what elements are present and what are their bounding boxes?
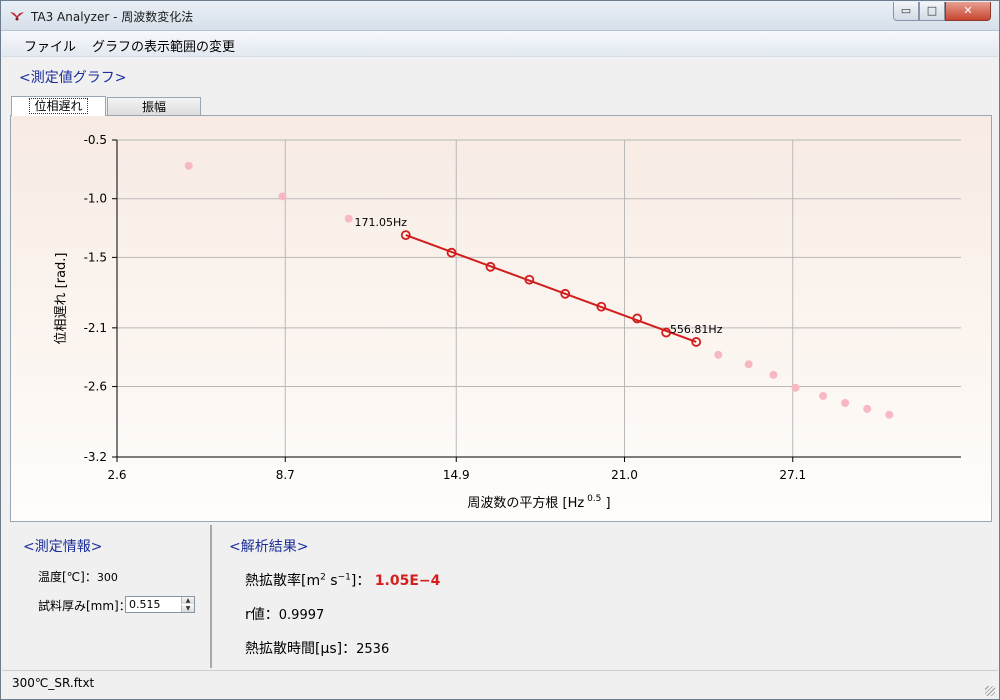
phase-lag-chart: 2.6 8.7 14.9 21.0 27.1 -0.5 -1.0 -1.5 -2.1 -2.6 -3… xyxy=(11,116,991,521)
diffusivity-sup2: −1 xyxy=(337,572,351,583)
status-bar: 300℃_SR.ftxt xyxy=(2,670,998,699)
diffusion-time-row: 熱拡散時間[μs]：2536 xyxy=(245,638,389,658)
excluded-data-point xyxy=(769,370,778,379)
analysis-result-title: <解析結果> xyxy=(229,539,309,555)
excluded-data-point xyxy=(791,383,800,392)
frequency-annotation: 556.81Hz xyxy=(670,323,723,336)
excluded-data-point xyxy=(744,360,753,369)
excluded-data-point xyxy=(714,350,723,359)
tab-phase-lag[interactable]: 位相遅れ xyxy=(11,96,106,116)
x-tick-label: 8.7 xyxy=(276,468,295,482)
diffusivity-value: 1.05E−4 xyxy=(374,573,441,589)
graph-section-title: <測定値グラフ> xyxy=(19,70,127,86)
y-axis-label: 位相遅れ [rad.] xyxy=(54,253,69,345)
stepper-up-icon[interactable]: ▲ xyxy=(181,597,194,604)
y-tick-label: -1.5 xyxy=(84,250,107,264)
r-value: 0.9997 xyxy=(278,608,325,623)
menu-bar: ファイル グラフの表示範囲の変更 xyxy=(2,31,998,57)
window-title: TA3 Analyzer - 周波数変化法 xyxy=(31,10,194,24)
x-tick-label: 14.9 xyxy=(443,468,470,482)
diffusion-time-label: 熱拡散時間[μs]： xyxy=(245,641,357,657)
y-tick-label: -3.2 xyxy=(84,450,107,464)
excluded-data-point xyxy=(184,161,193,170)
tab-amplitude[interactable]: 振幅 xyxy=(107,97,201,117)
measurement-info-title: <測定情報> xyxy=(23,539,103,555)
close-button[interactable]: ✕ xyxy=(945,2,991,21)
menu-graph-range[interactable]: グラフの表示範囲の変更 xyxy=(92,36,235,55)
excluded-data-point xyxy=(344,214,353,223)
frequency-annotation: 171.05Hz xyxy=(355,216,408,229)
minimize-button[interactable]: ▭ xyxy=(893,2,919,21)
temperature-label: 温度[℃]：300 xyxy=(38,568,118,585)
status-filename: 300℃_SR.ftxt xyxy=(12,676,95,690)
app-window: TA3 Analyzer - 周波数変化法 ▭ □ ✕ ファイル グラフの表示範… xyxy=(0,0,1000,700)
diffusivity-mid: s xyxy=(325,573,338,589)
title-bar: TA3 Analyzer - 周波数変化法 ▭ □ ✕ xyxy=(1,1,999,31)
x-tick-label: 21.0 xyxy=(611,468,638,482)
resize-grip-icon[interactable] xyxy=(985,686,995,696)
temperature-value: 300 xyxy=(96,571,118,584)
x-tick-label: 2.6 xyxy=(107,468,126,482)
y-tick-label: -0.5 xyxy=(84,133,107,147)
excluded-data-point xyxy=(841,398,850,407)
diffusivity-label: 熱拡散率[m xyxy=(245,573,321,589)
diffusion-time-value: 2536 xyxy=(356,642,390,657)
thickness-value[interactable]: 0.515 xyxy=(129,598,161,611)
y-tick-label: -1.0 xyxy=(84,192,107,206)
thickness-stepper[interactable]: 0.515 ▲ ▼ xyxy=(125,596,195,613)
r-value-label: r値： xyxy=(245,607,279,623)
x-tick-label: 27.1 xyxy=(779,468,806,482)
thickness-label: 試料厚み[mm]： xyxy=(38,599,131,613)
excluded-data-point xyxy=(863,404,872,413)
excluded-data-point xyxy=(278,192,287,201)
y-tick-label: -2.6 xyxy=(84,380,107,394)
chart-panel: 2.6 8.7 14.9 21.0 27.1 -0.5 -1.0 -1.5 -2.1 -2.6 -3… xyxy=(10,115,992,522)
app-logo-icon xyxy=(10,12,24,21)
excluded-data-point xyxy=(885,410,894,419)
excluded-data-point xyxy=(819,391,828,400)
menu-file[interactable]: ファイル xyxy=(24,36,76,55)
diffusivity-end: ]： xyxy=(350,573,371,589)
y-tick-label: -2.1 xyxy=(84,321,107,335)
r-value-row: r値：0.9997 xyxy=(245,604,324,624)
maximize-button[interactable]: □ xyxy=(919,2,945,21)
temperature-label-text: 温度[℃]： xyxy=(38,570,97,584)
tab-phase-lag-label: 位相遅れ xyxy=(29,98,88,114)
stepper-down-icon[interactable]: ▼ xyxy=(181,605,194,612)
diffusivity-row: 熱拡散率[m2 s−1]： 1.05E−4 xyxy=(245,570,440,590)
